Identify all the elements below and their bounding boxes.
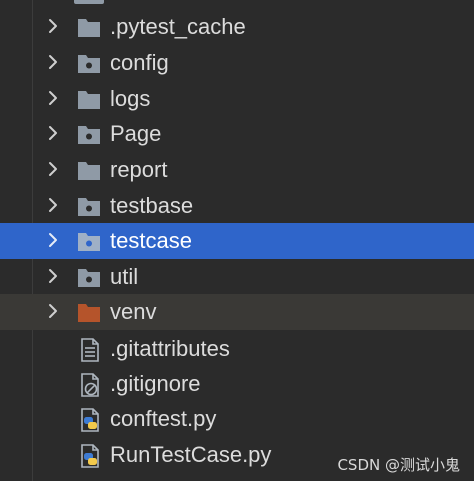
tree-item-logs[interactable]: logs xyxy=(0,81,474,117)
tree-item-config[interactable]: config xyxy=(0,45,474,81)
chevron-right-icon[interactable] xyxy=(44,302,62,320)
tree-item-testbase[interactable]: testbase xyxy=(0,188,474,224)
chevron-right-icon[interactable] xyxy=(44,231,62,249)
package-folder-icon xyxy=(78,198,100,216)
tree-item-label: util xyxy=(110,264,139,289)
chevron-right-icon[interactable] xyxy=(44,196,62,214)
tree-item-gitattributes[interactable]: .gitattributes xyxy=(0,331,474,367)
package-folder-icon xyxy=(78,269,100,287)
folder-icon-partial xyxy=(74,0,104,4)
chevron-right-icon[interactable] xyxy=(44,53,62,71)
tree-item-pytest-cache[interactable]: .pytest_cache xyxy=(0,9,474,45)
folder-icon xyxy=(78,19,100,37)
chevron-right-icon[interactable] xyxy=(44,17,62,35)
tree-item-label: report xyxy=(110,157,168,182)
package-folder-icon xyxy=(78,55,100,73)
tree-item-gitignore[interactable]: .gitignore xyxy=(0,366,474,402)
chevron-right-icon[interactable] xyxy=(44,267,62,285)
python-file-icon xyxy=(81,444,99,468)
tree-item-label: venv xyxy=(110,299,157,324)
watermark: CSDN @测试小鬼 xyxy=(337,456,460,474)
tree-item-conftest[interactable]: conftest.py xyxy=(0,401,474,437)
chevron-right-icon[interactable] xyxy=(44,124,62,142)
tree-item-label: Page xyxy=(110,121,162,146)
folder-icon xyxy=(78,91,100,109)
folder-icon xyxy=(78,162,100,180)
tree-item-testcase[interactable]: testcase xyxy=(0,223,474,259)
tree-item-label: RunTestCase.py xyxy=(110,442,272,467)
chevron-right-icon[interactable] xyxy=(44,89,62,107)
tree-item-util[interactable]: util xyxy=(0,259,474,295)
tree-item-label: logs xyxy=(110,86,151,111)
tree-item-page[interactable]: Page xyxy=(0,116,474,152)
package-folder-icon xyxy=(78,233,100,251)
tree-item-label: .pytest_cache xyxy=(110,14,246,39)
tree-item-label: testbase xyxy=(110,193,194,218)
package-folder-icon xyxy=(78,126,100,144)
python-file-icon xyxy=(81,408,99,432)
tree-item-label: config xyxy=(110,50,169,75)
ignore-file-icon xyxy=(81,373,99,397)
project-tree: .pytest_cache config logs Page report te… xyxy=(0,0,474,481)
tree-item-label: .gitignore xyxy=(110,371,201,396)
tree-item-venv[interactable]: venv xyxy=(0,294,474,330)
text-file-icon xyxy=(81,338,99,362)
tree-item-report[interactable]: report xyxy=(0,152,474,188)
tree-item-label: conftest.py xyxy=(110,406,217,431)
chevron-right-icon[interactable] xyxy=(44,160,62,178)
tree-item-label: .gitattributes xyxy=(110,336,230,361)
excluded-folder-icon xyxy=(78,304,100,322)
tree-item-label: testcase xyxy=(110,228,192,253)
